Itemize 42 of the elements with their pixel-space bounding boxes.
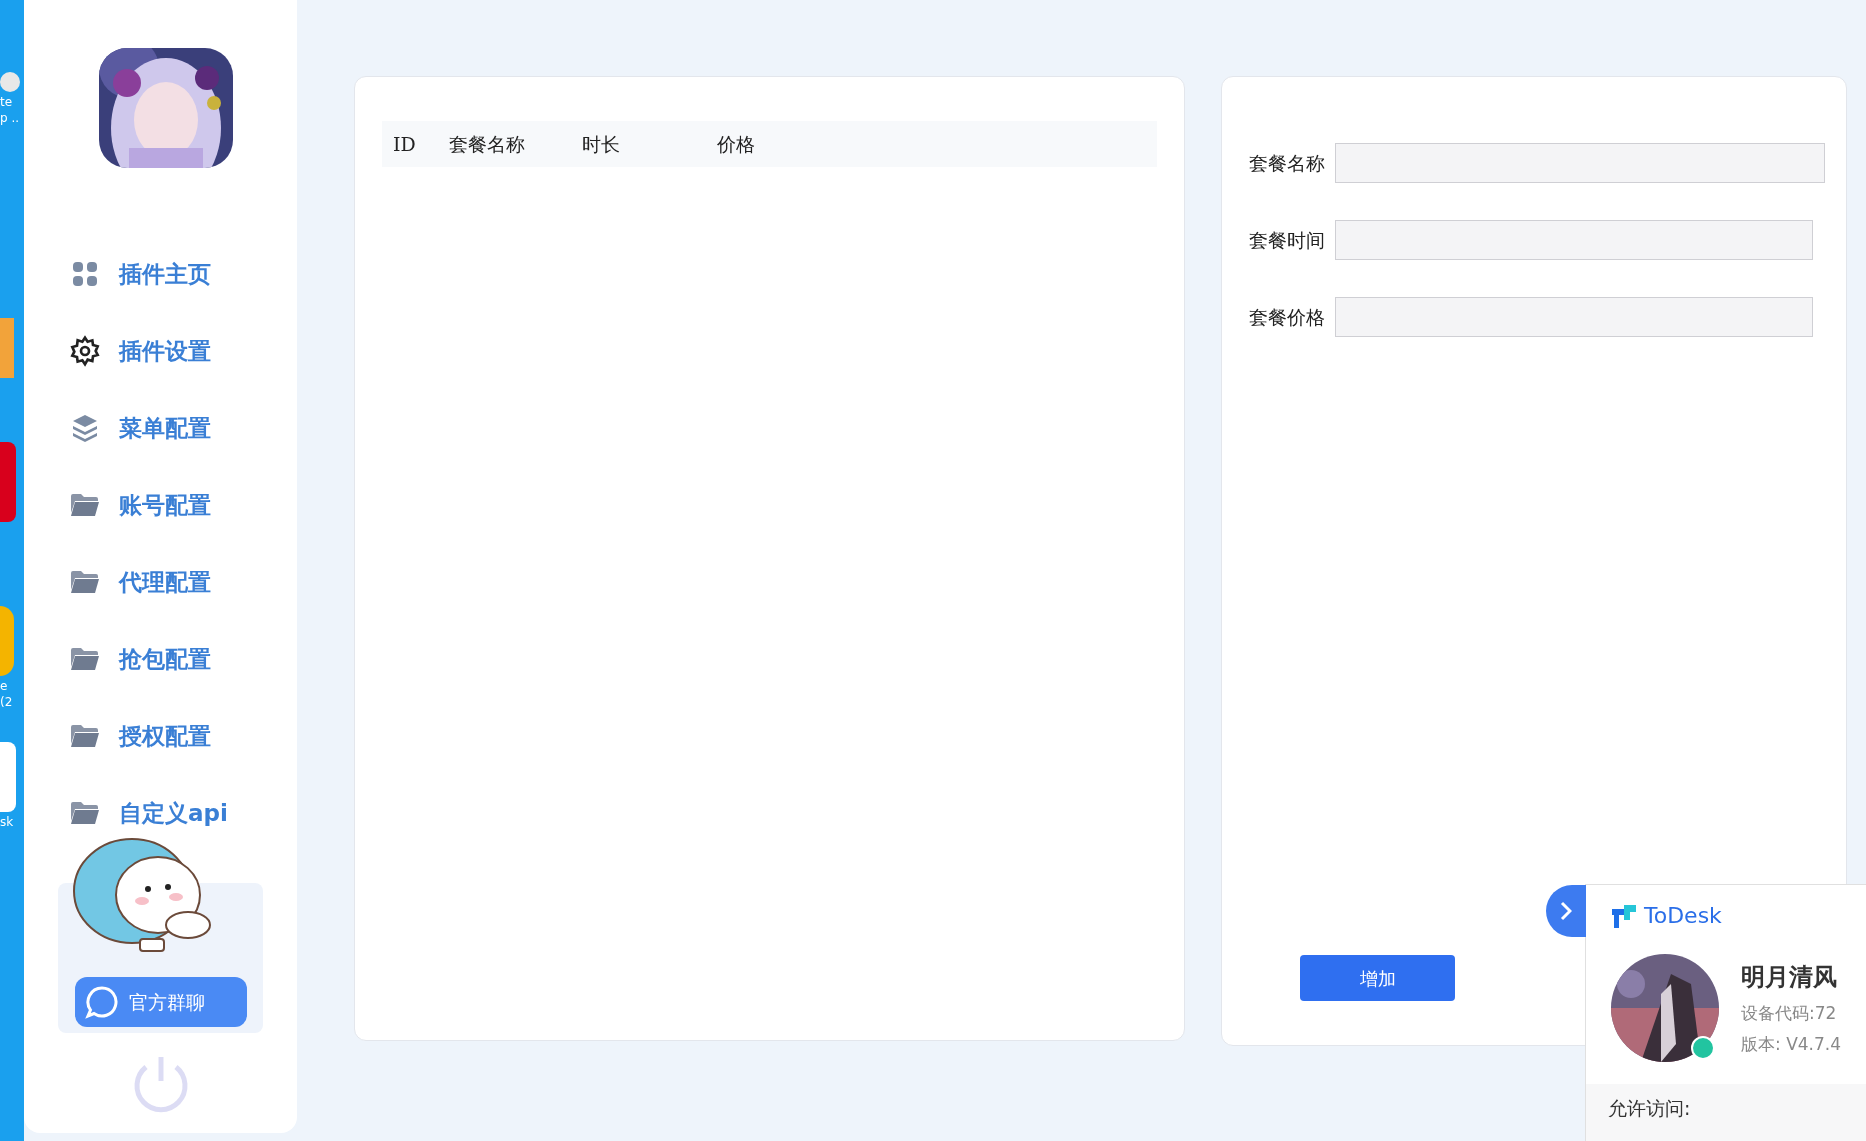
desktop-label: sk (0, 816, 14, 828)
folder-icon (70, 493, 100, 517)
layers-icon (72, 414, 98, 442)
device-code: 设备代码:72 (1741, 1001, 1838, 1025)
settings-icon (69, 335, 101, 367)
field-label: 套餐时间 (1249, 227, 1325, 253)
version-text: 版本: V4.7.4 (1741, 1033, 1842, 1056)
field-label: 套餐名称 (1249, 150, 1325, 176)
sidebar-item[interactable]: 授权配置 (69, 718, 297, 754)
user-name: 明月清风 (1741, 961, 1838, 993)
chevron-right-icon (1560, 901, 1572, 921)
folder-icon (70, 570, 100, 594)
field-label: 套餐价格 (1249, 304, 1325, 330)
column-header: 价格 (717, 131, 756, 157)
brand-name: ToDesk (1644, 902, 1722, 930)
sidebar-item[interactable]: 插件设置 (69, 333, 297, 369)
sidebar-item[interactable]: 自定义api (69, 795, 297, 831)
column-header: 套餐名称 (449, 131, 526, 157)
access-label: 允许访问: (1608, 1097, 1691, 1119)
folder-icon (70, 647, 100, 671)
sidebar-item[interactable]: 账号配置 (69, 487, 297, 523)
group-chat-button[interactable]: 官方群聊 (74, 977, 247, 1027)
folder-icon (70, 801, 100, 825)
add-button[interactable]: 增加 (1300, 955, 1455, 1001)
folder-icon (70, 724, 100, 748)
desktop-label: te (0, 96, 13, 108)
desktop-label: p .. (0, 112, 20, 124)
desktop-label: (2 (0, 696, 13, 708)
input-field[interactable] (1335, 220, 1813, 260)
input-field[interactable] (1335, 143, 1825, 183)
sidebar-item[interactable]: 抢包配置 (69, 641, 297, 677)
link-badge-icon (1691, 1036, 1715, 1060)
sidebar-item[interactable]: 插件主页 (69, 256, 297, 292)
column-header: 时长 (582, 131, 621, 157)
logo-icon (1610, 902, 1638, 929)
column-header: ID (392, 131, 417, 157)
grid-icon (72, 261, 98, 287)
sidebar-item[interactable]: 菜单配置 (69, 410, 297, 446)
input-field[interactable] (1335, 297, 1813, 337)
sidebar-item[interactable]: 代理配置 (69, 564, 297, 600)
chat-icon (84, 985, 119, 1019)
desktop-label: e (0, 680, 8, 692)
